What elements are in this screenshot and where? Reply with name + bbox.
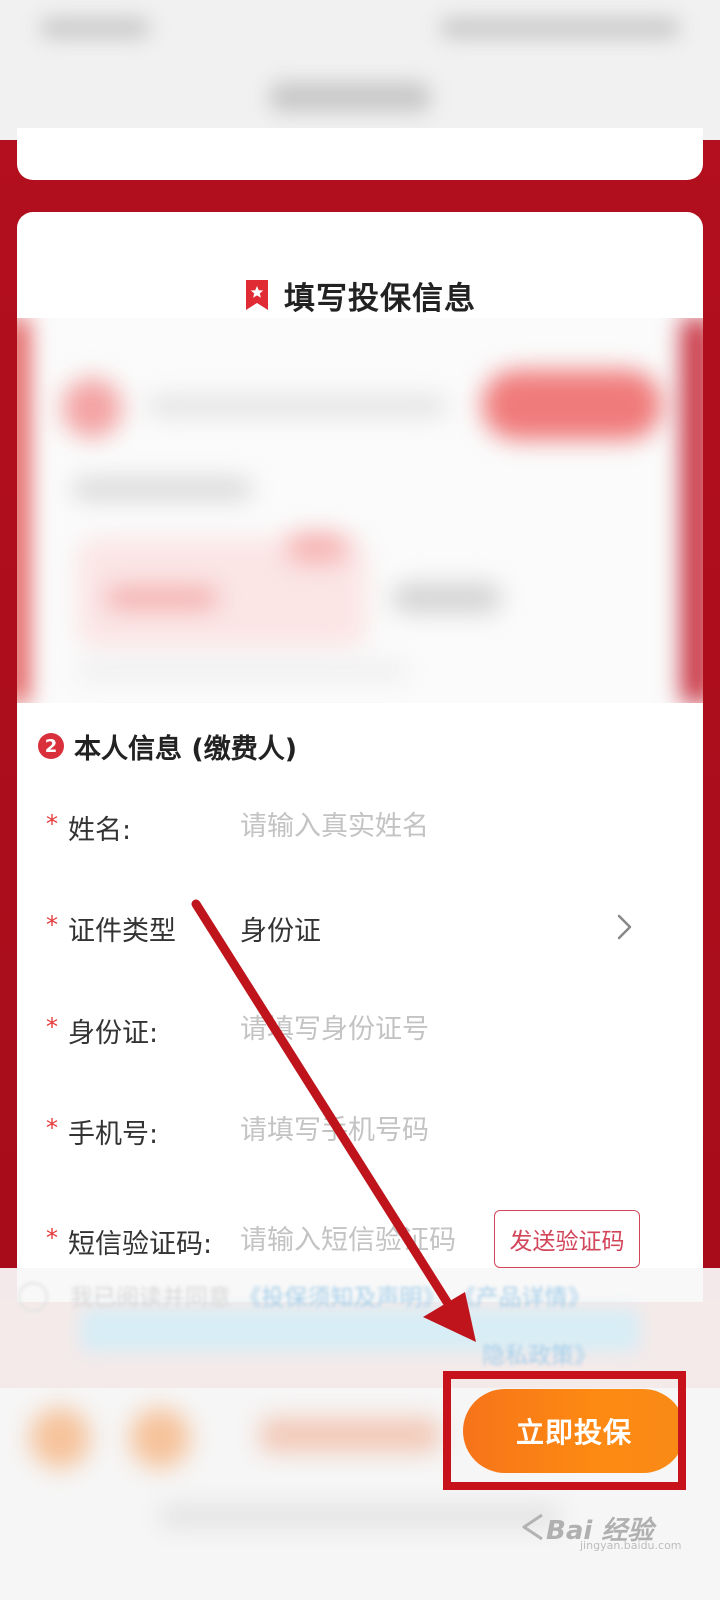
required-mark: * — [46, 1114, 58, 1142]
chevron-right-icon[interactable] — [614, 913, 634, 941]
form-section-title: 填写投保信息 — [284, 280, 476, 317]
required-mark: * — [46, 1224, 58, 1252]
id-type-label: 证件类型 — [68, 916, 176, 947]
agreement-text: 我已阅读并同意 《投保须知及声明》 《产品详情》 — [70, 1278, 591, 1312]
id-number-label: 身份证: — [68, 1018, 159, 1049]
notice-link[interactable]: 《投保须知及声明》 — [238, 1285, 445, 1311]
name-input[interactable] — [240, 806, 540, 846]
watermark: Bai 经验 jingyan.baidu.com — [546, 1503, 682, 1553]
form-row-sms-code: * 短信验证码: 发送验证码 — [46, 1210, 696, 1270]
form-row-name: * 姓名: — [46, 796, 696, 856]
agreement-checkbox[interactable] — [18, 1282, 48, 1312]
id-number-input[interactable] — [240, 1009, 540, 1049]
phone-label: 手机号: — [68, 1119, 159, 1150]
privacy-policy-link[interactable]: 隐私政策》 — [482, 1336, 597, 1370]
form-section-header: 填写投保信息 — [0, 272, 720, 318]
form-row-phone: * 手机号: — [46, 1100, 696, 1160]
buy-button-highlight-box — [443, 1371, 686, 1490]
blurred-product-area — [17, 318, 703, 703]
previous-card — [17, 128, 703, 180]
send-code-button[interactable]: 发送验证码 — [494, 1210, 640, 1268]
required-mark: * — [46, 911, 58, 939]
back-triangle-icon[interactable] — [520, 1512, 546, 1542]
watermark-subtext: jingyan.baidu.com — [580, 1539, 682, 1552]
sms-code-input[interactable] — [240, 1220, 480, 1260]
agreement-prefix: 我已阅读并同意 — [70, 1285, 231, 1311]
agreement-row: 我已阅读并同意 《投保须知及声明》 《产品详情》 隐私政策》 — [0, 1268, 720, 1388]
product-details-link[interactable]: 《产品详情》 — [453, 1285, 591, 1311]
personal-info-title: 本人信息 (缴费人) — [74, 733, 298, 765]
form-row-id-type[interactable]: * 证件类型 身份证 — [46, 897, 696, 957]
form-row-id-number: * 身份证: — [46, 999, 696, 1059]
bookmark-star-icon — [246, 280, 268, 310]
blurred-header — [0, 0, 720, 140]
name-label: 姓名: — [68, 815, 132, 846]
sms-code-label: 短信验证码: — [68, 1229, 213, 1260]
personal-info-header: 2 本人信息 (缴费人) — [38, 726, 297, 766]
step-number-badge: 2 — [38, 733, 64, 759]
phone-input[interactable] — [240, 1110, 540, 1150]
required-mark: * — [46, 1013, 58, 1041]
id-type-value[interactable]: 身份证 — [240, 909, 321, 948]
required-mark: * — [46, 810, 58, 838]
